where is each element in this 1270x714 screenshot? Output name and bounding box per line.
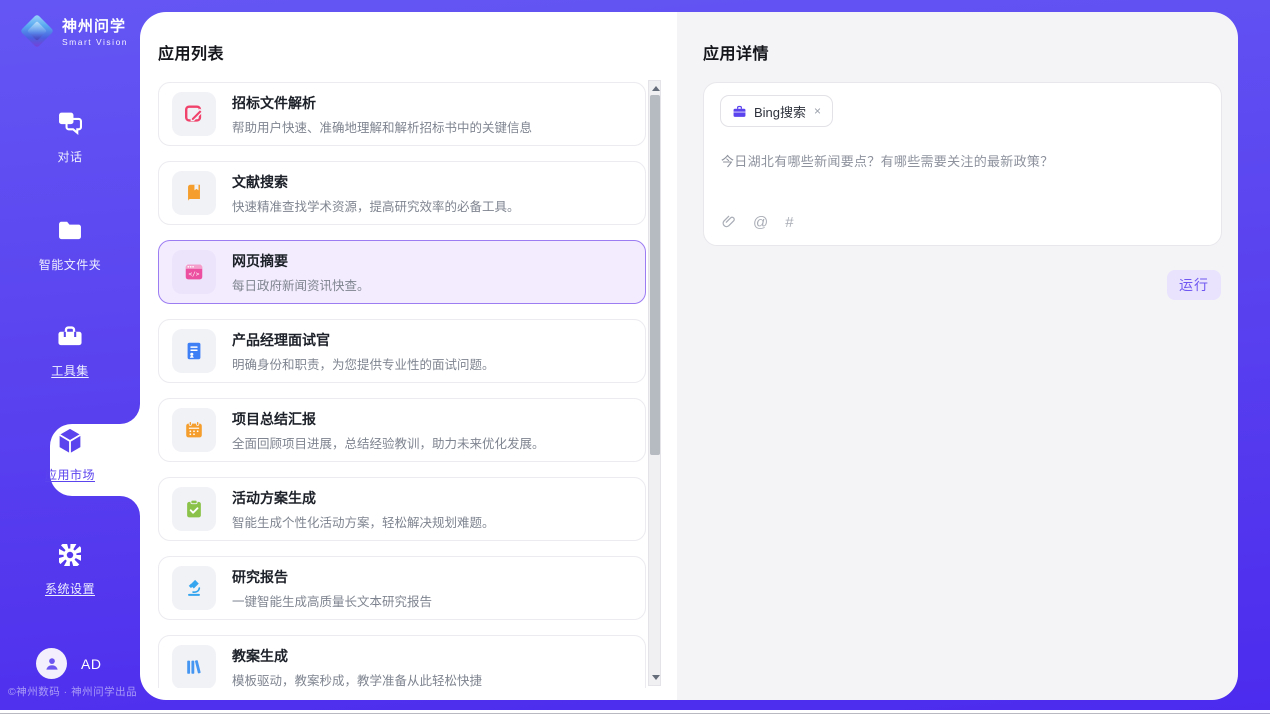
- app-list-panel: 应用列表 招标文件解析 帮助用户快速、准确地理解和解析招标书中的关键信息: [140, 12, 677, 700]
- browser-code-icon: </>: [172, 250, 216, 294]
- app-card-title: 招标文件解析: [232, 93, 532, 113]
- tool-chip-bing-search[interactable]: Bing搜索 ×: [720, 95, 833, 127]
- app-card-title: 活动方案生成: [232, 488, 495, 508]
- app-card-title: 项目总结汇报: [232, 409, 545, 429]
- user-initials: AD: [81, 656, 101, 672]
- app-card-desc: 一键智能生成高质量长文本研究报告: [232, 591, 432, 610]
- app-card-title: 文献搜索: [232, 172, 520, 192]
- mention-icon[interactable]: @: [753, 214, 768, 231]
- sidebar-item-label: 应用市场: [0, 466, 140, 483]
- calendar-icon: [172, 408, 216, 452]
- sidebar: 神州问学 Smart Vision 对话: [0, 0, 140, 710]
- run-button[interactable]: 运行: [1167, 270, 1221, 300]
- gear-icon: [55, 540, 85, 570]
- logo-diamond-icon: [20, 14, 54, 48]
- sidebar-item-label: 智能文件夹: [0, 256, 140, 273]
- toolbox-icon: [55, 322, 85, 352]
- edit-square-icon: [172, 92, 216, 136]
- app-list-title: 应用列表: [158, 40, 224, 64]
- chat-icon: [55, 108, 85, 138]
- input-toolbar: @ #: [721, 214, 794, 231]
- sidebar-item-label: 工具集: [0, 362, 140, 379]
- sidebar-item-label: 系统设置: [0, 580, 140, 597]
- main-panel: 应用列表 招标文件解析 帮助用户快速、准确地理解和解析招标书中的关键信息: [140, 12, 1238, 700]
- app-card-desc: 每日政府新闻资讯快查。: [232, 275, 370, 294]
- cube-icon: [55, 426, 85, 456]
- microscope-icon: [172, 566, 216, 610]
- sidebar-item-label: 对话: [0, 148, 140, 165]
- person-icon: [43, 655, 61, 673]
- copyright-text: ©神州数码 · 神州问学出品: [0, 684, 160, 699]
- attachment-icon[interactable]: [721, 214, 736, 231]
- app-card-desc: 智能生成个性化活动方案，轻松解决规划难题。: [232, 512, 495, 531]
- books-icon: [172, 645, 216, 688]
- app-card-pm-interviewer[interactable]: 产品经理面试官 明确身份和职责，为您提供专业性的面试问题。: [158, 319, 646, 383]
- scrollbar-thumb[interactable]: [650, 95, 660, 455]
- chip-close-icon[interactable]: ×: [814, 104, 821, 118]
- document-person-icon: [172, 329, 216, 373]
- app-card-bid-document-analysis[interactable]: 招标文件解析 帮助用户快速、准确地理解和解析招标书中的关键信息: [158, 82, 646, 146]
- svg-text:</>: </>: [189, 271, 200, 278]
- app-window: 神州问学 Smart Vision 对话: [0, 0, 1270, 714]
- folder-icon: [55, 216, 85, 246]
- user-account[interactable]: AD: [36, 648, 101, 679]
- briefcase-icon: [732, 104, 747, 119]
- book-icon: [172, 171, 216, 215]
- app-card-title: 网页摘要: [232, 251, 370, 271]
- app-card-title: 产品经理面试官: [232, 330, 495, 350]
- app-card-title: 教案生成: [232, 646, 482, 666]
- scroll-up-arrow-icon[interactable]: [652, 86, 660, 91]
- sidebar-item-chat[interactable]: 对话: [0, 108, 140, 165]
- app-detail-panel: 应用详情 Bing搜索 × 今日湖北有哪些新闻要点？有哪些需要关注的最新政策？: [677, 12, 1238, 700]
- app-card-literature-search[interactable]: 文献搜索 快速精准查找学术资源，提高研究效率的必备工具。: [158, 161, 646, 225]
- app-card-event-plan[interactable]: 活动方案生成 智能生成个性化活动方案，轻松解决规划难题。: [158, 477, 646, 541]
- sidebar-item-smart-folder[interactable]: 智能文件夹: [0, 216, 140, 273]
- app-card-webpage-summary[interactable]: </> 网页摘要 每日政府新闻资讯快查。: [158, 240, 646, 304]
- app-card-desc: 模板驱动，教案秒成，教学准备从此轻松快捷: [232, 670, 482, 689]
- app-card-desc: 明确身份和职责，为您提供专业性的面试问题。: [232, 354, 495, 373]
- app-card-research-report[interactable]: 研究报告 一键智能生成高质量长文本研究报告: [158, 556, 646, 620]
- sidebar-item-toolset[interactable]: 工具集: [0, 322, 140, 379]
- sidebar-item-settings[interactable]: 系统设置: [0, 540, 140, 597]
- sidebar-item-app-market[interactable]: 应用市场: [0, 426, 140, 483]
- hashtag-icon[interactable]: #: [785, 214, 793, 231]
- avatar: [36, 648, 67, 679]
- app-card-list: 招标文件解析 帮助用户快速、准确地理解和解析招标书中的关键信息 文献搜索 快速精…: [158, 82, 646, 688]
- clipboard-check-icon: [172, 487, 216, 531]
- query-text[interactable]: 今日湖北有哪些新闻要点？有哪些需要关注的最新政策？: [721, 151, 1201, 170]
- app-card-desc: 全面回顾项目进展，总结经验教训，助力未来优化发展。: [232, 433, 545, 452]
- app-card-project-summary[interactable]: 项目总结汇报 全面回顾项目进展，总结经验教训，助力未来优化发展。: [158, 398, 646, 462]
- app-card-desc: 快速精准查找学术资源，提高研究效率的必备工具。: [232, 196, 520, 215]
- app-detail-title: 应用详情: [703, 40, 769, 64]
- tool-chip-label: Bing搜索: [754, 102, 806, 121]
- app-logo: 神州问学 Smart Vision: [20, 14, 128, 48]
- prompt-card[interactable]: Bing搜索 × 今日湖北有哪些新闻要点？有哪些需要关注的最新政策？ @ #: [703, 82, 1222, 246]
- app-card-desc: 帮助用户快速、准确地理解和解析招标书中的关键信息: [232, 117, 532, 136]
- app-card-title: 研究报告: [232, 567, 432, 587]
- scroll-down-arrow-icon[interactable]: [652, 675, 660, 680]
- app-tagline: Smart Vision: [62, 37, 128, 47]
- app-card-lesson-plan[interactable]: 教案生成 模板驱动，教案秒成，教学准备从此轻松快捷: [158, 635, 646, 688]
- window-bottom-edge: [0, 710, 1270, 714]
- list-scrollbar[interactable]: [648, 80, 661, 686]
- app-name: 神州问学: [62, 15, 128, 36]
